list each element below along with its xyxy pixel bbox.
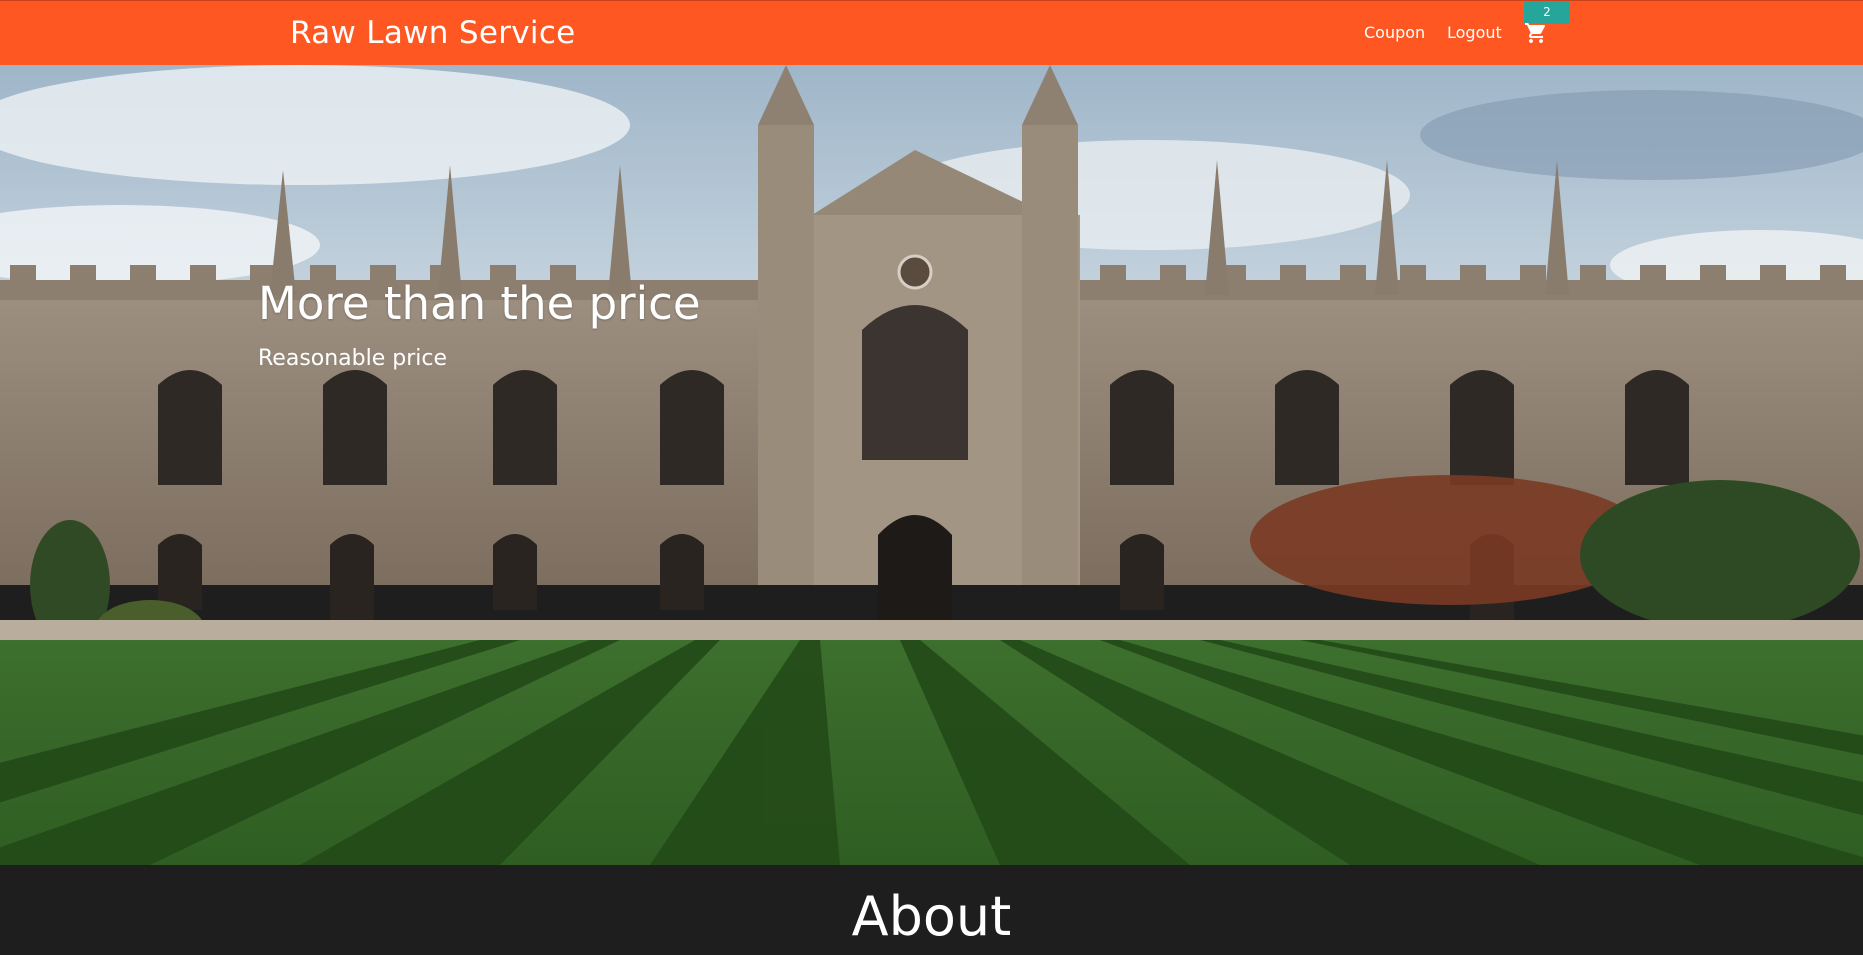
hero-background-image xyxy=(0,65,1863,865)
hero-subtitle: Reasonable price xyxy=(258,346,448,371)
hero-banner: More than the price Reasonable price xyxy=(0,65,1863,865)
nav-link-logout[interactable]: Logout xyxy=(1447,23,1502,43)
about-heading: About xyxy=(851,885,1012,948)
hero-title: More than the price xyxy=(258,277,701,330)
navbar: Raw Lawn Service Coupon Logout 2 xyxy=(0,0,1863,65)
about-section: About xyxy=(0,865,1863,955)
shopping-cart-icon xyxy=(1525,23,1546,43)
brand-logo[interactable]: Raw Lawn Service xyxy=(290,15,576,51)
cart-button[interactable] xyxy=(1524,21,1548,45)
nav-link-coupon[interactable]: Coupon xyxy=(1364,23,1425,43)
